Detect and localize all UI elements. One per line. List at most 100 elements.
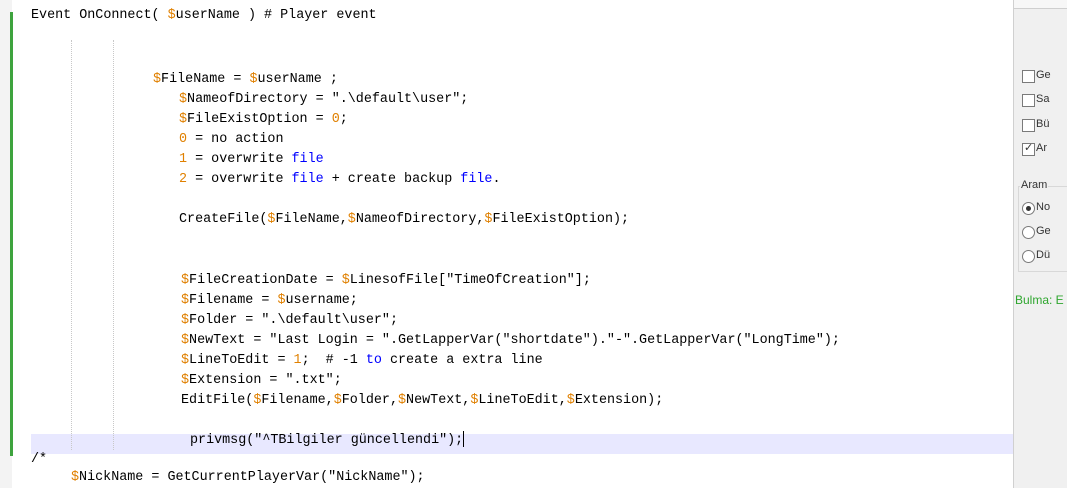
check-mark-icon: ✓ (1024, 142, 1034, 154)
option-checkbox-1[interactable] (1022, 70, 1035, 83)
code-token: NameofDirectory = ".\default\user"; (187, 92, 469, 107)
code-token: = no action (187, 132, 284, 147)
option-checkbox-3[interactable] (1022, 119, 1035, 132)
code-token: $ (179, 92, 188, 107)
code-line: CreateFile($FileName,$NameofDirectory,$F… (179, 210, 629, 230)
code-token: LineToEdit = (189, 353, 294, 368)
code-line: $Extension = ".txt"; (181, 371, 342, 391)
option-label-3: Bü (1036, 118, 1050, 130)
mode-radio-2[interactable] (1022, 226, 1035, 239)
find-panel: Ge Sa Bü ✓ Ar Aram No Ge Dü Bulma: E (1013, 0, 1067, 488)
code-line: $LineToEdit = 1; # -1 to create a extra … (181, 351, 543, 371)
code-token: /* (31, 452, 48, 467)
code-token: $ (181, 373, 190, 388)
code-token: Folder, (341, 393, 398, 408)
code-token: $ (277, 293, 286, 308)
code-token: $ (153, 72, 162, 87)
option-checkbox-2[interactable] (1022, 94, 1035, 107)
code-token: file (291, 152, 324, 167)
option-label-2: Sa (1036, 93, 1050, 105)
mode-label-1: No (1036, 201, 1051, 213)
code-token: 2 (179, 172, 188, 187)
code-token: $ (167, 8, 176, 23)
code-line: $FileName = $userName ; (153, 70, 338, 90)
code-token: 1 (179, 152, 188, 167)
option-label-1: Ge (1036, 69, 1051, 81)
code-token: $ (181, 273, 190, 288)
code-line: $NickName = GetCurrentPlayerVar("NickNam… (71, 468, 425, 488)
code-token: NewText, (406, 393, 471, 408)
code-token: = overwrite (187, 172, 292, 187)
code-token: Event OnConnect( (31, 8, 168, 23)
code-token: FileExistOption = (187, 112, 332, 127)
code-line: Event OnConnect( $userName ) # Player ev… (31, 6, 377, 26)
code-line: $Folder = ".\default\user"; (181, 311, 398, 331)
code-token: + create backup (323, 172, 461, 187)
code-token: ; # -1 (301, 353, 366, 368)
code-token: $ (333, 393, 342, 408)
mode-radio-3[interactable] (1022, 250, 1035, 263)
code-token: $ (249, 72, 258, 87)
code-editor[interactable]: Event OnConnect( $userName ) # Player ev… (13, 0, 1013, 488)
code-line: /* (31, 450, 47, 470)
code-line: $FileExistOption = 0; (179, 110, 348, 130)
code-token: Extension); (574, 393, 664, 408)
code-token: $ (181, 293, 190, 308)
code-token: = overwrite (187, 152, 292, 167)
code-token: $ (71, 470, 80, 485)
code-token: 0 (179, 132, 188, 147)
code-token: to (365, 353, 382, 368)
code-line: privmsg("^TBilgiler güncellendi"); (190, 431, 465, 451)
mode-radio-1[interactable] (1022, 202, 1035, 215)
code-line: $FileCreationDate = $LinesofFile["TimeOf… (181, 271, 591, 291)
find-status-text: Bulma: E (1015, 293, 1064, 307)
code-token: $ (398, 393, 407, 408)
code-token: 1 (293, 353, 302, 368)
code-line: $NameofDirectory = ".\default\user"; (179, 90, 468, 110)
code-token: file (291, 172, 324, 187)
code-token: FileName, (275, 212, 348, 227)
indent-guide (113, 40, 114, 450)
code-line: 0 = no action (179, 130, 283, 150)
mode-label-3: Dü (1036, 249, 1051, 261)
code-token: $ (181, 333, 190, 348)
code-token: username; (285, 293, 358, 308)
code-token: $ (179, 112, 188, 127)
code-token: $ (341, 273, 350, 288)
option-label-4: Ar (1036, 142, 1047, 154)
find-panel-top-border (1014, 0, 1067, 9)
code-token: FileCreationDate = (189, 273, 342, 288)
code-token: NameofDirectory, (355, 212, 485, 227)
code-line: $NewText = "Last Login = ".GetLapperVar(… (181, 331, 840, 351)
code-token: CreateFile( (179, 212, 268, 227)
code-token: ; (339, 112, 348, 127)
code-line: 2 = overwrite file + create backup file. (179, 170, 500, 190)
indent-guide (71, 40, 72, 450)
code-token: $ (181, 313, 190, 328)
code-token: . (492, 172, 501, 187)
code-token: Extension = ".txt"; (189, 373, 342, 388)
code-token: Folder = ".\default\user"; (189, 313, 398, 328)
code-token: $ (181, 353, 190, 368)
code-token: 0 (331, 112, 340, 127)
code-token: FileName = (161, 72, 250, 87)
option-checkbox-4[interactable]: ✓ (1022, 142, 1035, 156)
code-token: userName ) # Player event (175, 8, 377, 23)
code-token: $ (347, 212, 356, 227)
code-token: FileExistOption); (492, 212, 630, 227)
code-token: LineToEdit, (478, 393, 567, 408)
code-token: create a extra line (381, 353, 543, 368)
code-token: file (460, 172, 493, 187)
code-token: Filename, (261, 393, 334, 408)
code-token: userName ; (257, 72, 338, 87)
code-token: $ (566, 393, 575, 408)
radio-selected-dot (1026, 206, 1031, 211)
code-line: $Filename = $username; (181, 291, 358, 311)
code-token: Filename = (189, 293, 278, 308)
code-token: EditFile( (181, 393, 254, 408)
current-line-highlight (31, 434, 1013, 454)
search-mode-group-label: Aram (1020, 179, 1049, 191)
code-line: 1 = overwrite file (179, 150, 324, 170)
code-line: EditFile($Filename,$Folder,$NewText,$Lin… (181, 391, 663, 411)
code-token: LinesofFile["TimeOfCreation"]; (349, 273, 591, 288)
